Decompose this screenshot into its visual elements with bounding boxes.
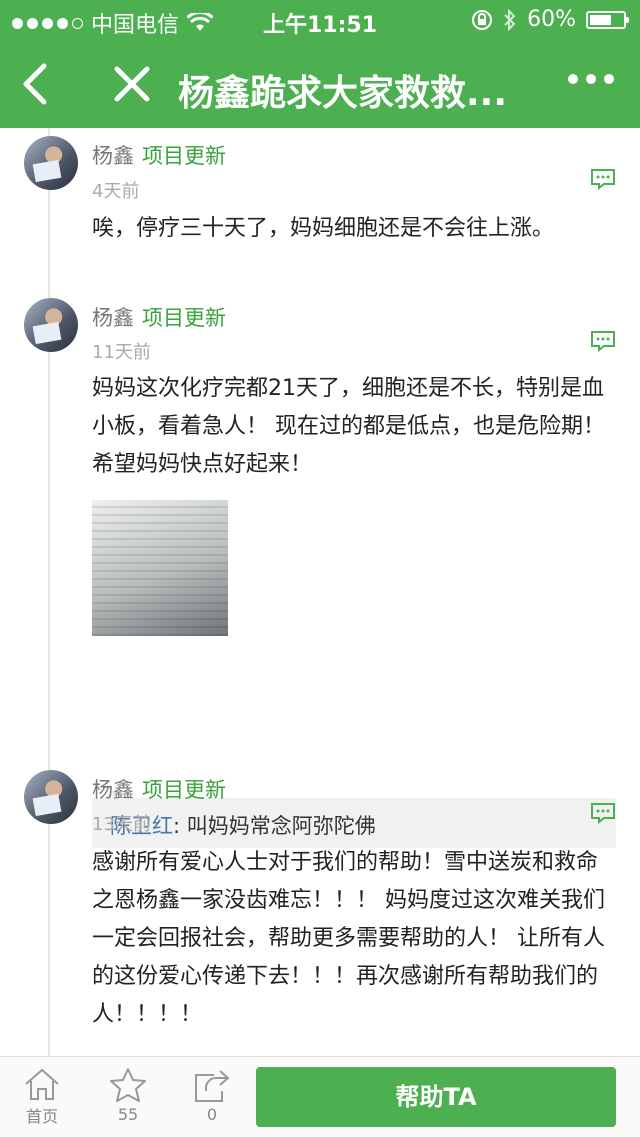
post-text: 妈妈这次化疗完都21天了，细胞还是不长，特别是血小板，看着急人！ 现在过的都是低… xyxy=(92,376,605,477)
home-label: 首页 xyxy=(25,1107,58,1126)
battery-percent: 60% xyxy=(527,7,576,32)
home-icon xyxy=(25,1068,59,1100)
author-name[interactable]: 杨鑫 xyxy=(92,306,134,330)
header: 中国电信 上午11:51 60% 杨鑫跪求大家救救... xyxy=(0,0,640,128)
share-tab[interactable]: 0 xyxy=(182,1067,242,1124)
author-name[interactable]: 杨鑫 xyxy=(92,778,134,802)
share-count: 0 xyxy=(206,1105,218,1124)
update-tag: 项目更新 xyxy=(142,778,226,802)
star-count: 55 xyxy=(117,1105,139,1124)
reply-separator: : xyxy=(173,814,187,838)
post-text: 唉，停疗三十天了，妈妈细胞还是不会往上涨。 xyxy=(92,216,555,241)
reply-box[interactable]: 陈卫红: 叫妈妈常念阿弥陀佛 xyxy=(92,788,616,848)
battery-icon xyxy=(586,10,629,29)
post-photo[interactable] xyxy=(92,500,228,636)
close-icon[interactable] xyxy=(112,64,152,104)
more-icon[interactable] xyxy=(568,74,614,84)
favorite-tab[interactable]: 55 xyxy=(98,1067,158,1124)
avatar[interactable] xyxy=(24,136,78,190)
update-timeline[interactable]: 杨鑫 项目更新 4天前 唉，停疗三十天了，妈妈细胞还是不会往上涨。 杨鑫 项目更新 … xyxy=(0,128,640,1056)
share-icon xyxy=(195,1070,230,1102)
help-button[interactable]: 帮助TA xyxy=(256,1067,616,1127)
author-name[interactable]: 杨鑫 xyxy=(92,144,134,168)
post-time: 11天前 xyxy=(92,342,151,363)
update-tag: 项目更新 xyxy=(142,306,226,330)
bluetooth-icon xyxy=(504,8,516,31)
nav-bar: 杨鑫跪求大家救救... xyxy=(0,40,640,128)
rotation-lock-icon xyxy=(472,9,493,30)
home-tab[interactable]: 首页 xyxy=(12,1067,72,1127)
avatar[interactable] xyxy=(24,298,78,352)
status-bar: 中国电信 上午11:51 60% xyxy=(0,0,640,40)
comment-icon[interactable] xyxy=(590,802,616,824)
avatar[interactable] xyxy=(24,770,78,824)
comment-icon[interactable] xyxy=(590,330,616,352)
reply-text: 叫妈妈常念阿弥陀佛 xyxy=(186,814,376,838)
page-title: 杨鑫跪求大家救救... xyxy=(178,73,508,114)
post-time: 13天前 xyxy=(92,814,151,835)
comment-icon[interactable] xyxy=(590,168,616,190)
timeline-line xyxy=(48,128,50,1056)
post-text: 感谢所有爱心人士对于我们的帮助！雪中送炭和救命之恩杨鑫一家没齿难忘！！！ 妈妈度… xyxy=(92,850,605,1027)
back-chevron-icon[interactable] xyxy=(16,62,56,106)
post-time: 4天前 xyxy=(92,181,140,202)
star-icon xyxy=(110,1068,146,1102)
bottom-bar: 首页 55 0 帮助TA xyxy=(0,1056,640,1137)
update-tag: 项目更新 xyxy=(142,144,226,168)
